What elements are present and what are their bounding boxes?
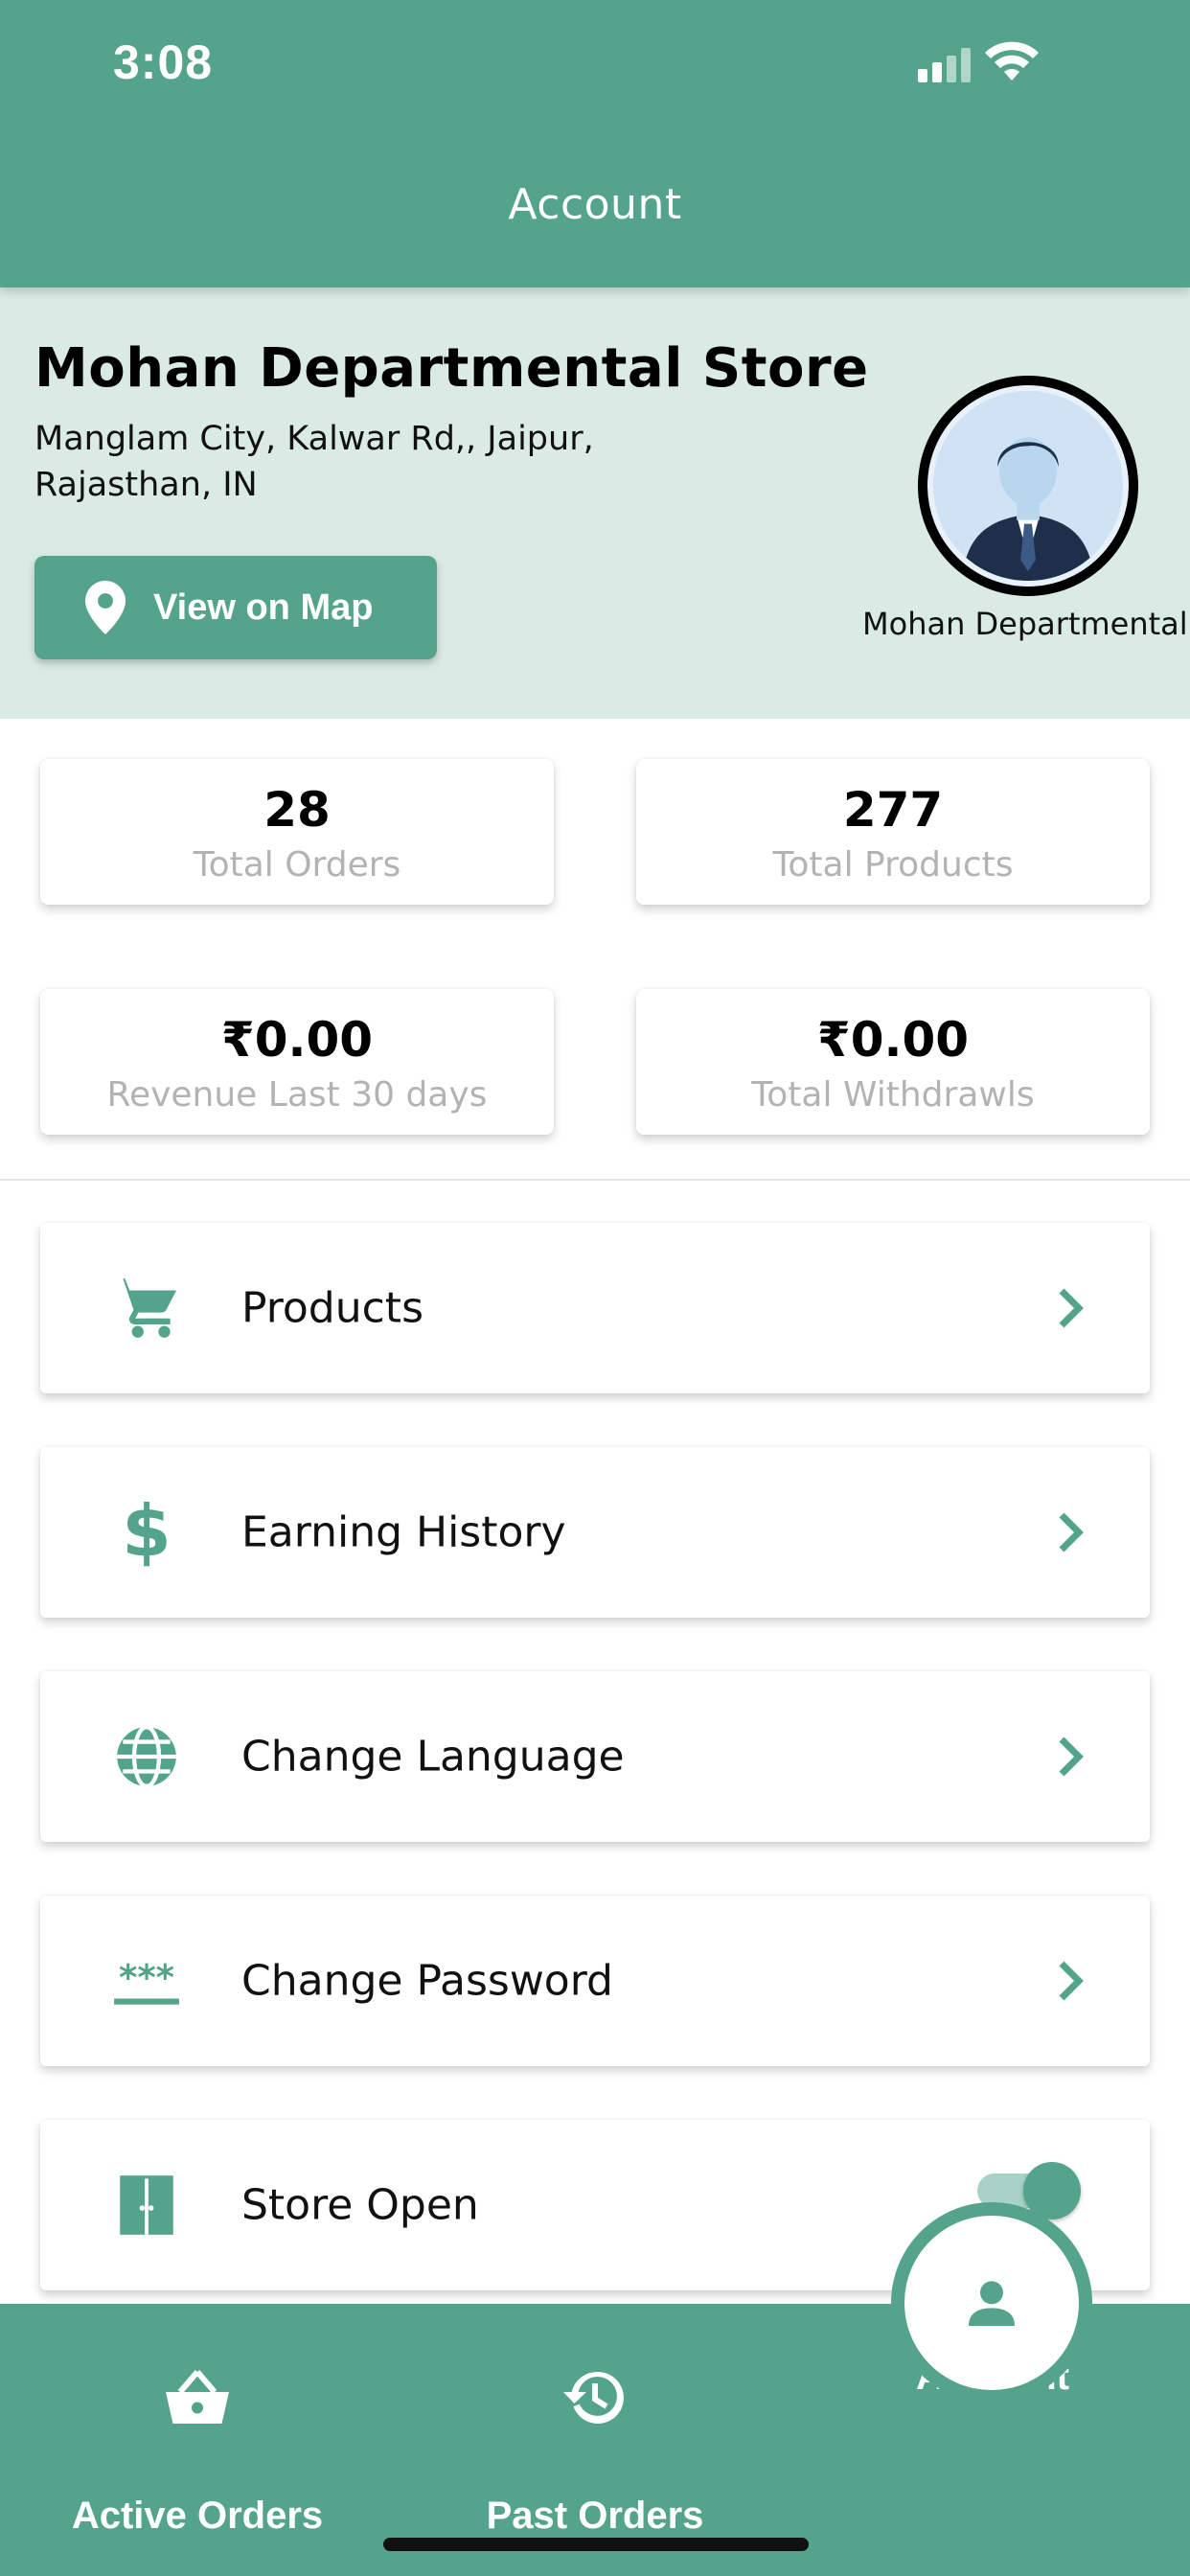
- basket-icon: [166, 2370, 229, 2424]
- section-divider: [0, 1179, 1190, 1181]
- cellular-signal-icon: [918, 48, 971, 82]
- chevron-right-icon: [1059, 1288, 1084, 1328]
- password-icon: ***: [114, 1957, 179, 2005]
- stat-revenue: ₹0.00 Revenue Last 30 days: [40, 989, 554, 1135]
- store-avatar[interactable]: [918, 376, 1138, 596]
- menu-item-label: Store Open: [241, 2180, 479, 2230]
- svg-text:$: $: [122, 1497, 172, 1568]
- menu-item-earning-history[interactable]: $ Earning History: [40, 1447, 1150, 1618]
- nav-past-orders[interactable]: Past Orders: [395, 2363, 795, 2538]
- view-on-map-button[interactable]: View on Map: [34, 556, 437, 659]
- chevron-right-icon: [1059, 1736, 1084, 1777]
- page-title: Account: [508, 180, 682, 229]
- account-fab[interactable]: [904, 2216, 1079, 2390]
- person-icon: [969, 2281, 1015, 2326]
- door-icon: [120, 2175, 173, 2235]
- menu-item-label: Earning History: [241, 1507, 566, 1557]
- chevron-right-icon: [1059, 1961, 1084, 2001]
- stat-value: 277: [842, 782, 944, 838]
- stat-label: Total Products: [772, 845, 1014, 885]
- wifi-icon: [985, 41, 1039, 80]
- view-on-map-label: View on Map: [153, 586, 374, 628]
- stat-label: Revenue Last 30 days: [106, 1075, 488, 1115]
- stat-value: ₹0.00: [220, 1012, 374, 1068]
- stat-value: ₹0.00: [816, 1012, 970, 1068]
- dollar-icon: $: [122, 1497, 172, 1568]
- status-time: 3:08: [113, 35, 214, 89]
- app-header: 3:08 Account: [0, 0, 1190, 288]
- avatar-person-icon: [933, 391, 1123, 581]
- nav-active-orders[interactable]: Active Orders: [0, 2363, 395, 2538]
- stat-total-orders: 28 Total Orders: [40, 759, 554, 905]
- nav-label: Active Orders: [71, 2495, 324, 2537]
- stat-total-products: 277 Total Products: [636, 759, 1150, 905]
- stat-withdrawals: ₹0.00 Total Withdrawls: [636, 989, 1150, 1135]
- history-icon: [563, 2371, 624, 2424]
- store-name: Mohan Departmental Store: [34, 337, 869, 400]
- stat-value: 28: [263, 782, 331, 838]
- menu-item-label: Change Language: [241, 1732, 625, 1782]
- globe-icon: [117, 1725, 176, 1788]
- cart-icon: [114, 1278, 177, 1338]
- menu-item-products[interactable]: Products: [40, 1223, 1150, 1393]
- menu-item-change-language[interactable]: Change Language: [40, 1671, 1150, 1842]
- menu-item-label: Products: [241, 1283, 423, 1333]
- svg-text:***: ***: [119, 1957, 174, 1998]
- menu-item-change-password[interactable]: *** Change Password: [40, 1896, 1150, 2066]
- stat-label: Total Withdrawls: [751, 1075, 1035, 1115]
- avatar-caption: Mohan Departmental Store: [862, 606, 1190, 642]
- map-pin-icon: [85, 581, 126, 634]
- store-address: Manglam City, Kalwar Rd,, Jaipur, Rajast…: [34, 420, 594, 504]
- chevron-right-icon: [1059, 1512, 1084, 1552]
- home-indicator: [383, 2538, 809, 2551]
- nav-label: Past Orders: [486, 2495, 704, 2537]
- menu-item-label: Change Password: [241, 1956, 613, 2006]
- stat-label: Total Orders: [193, 845, 401, 885]
